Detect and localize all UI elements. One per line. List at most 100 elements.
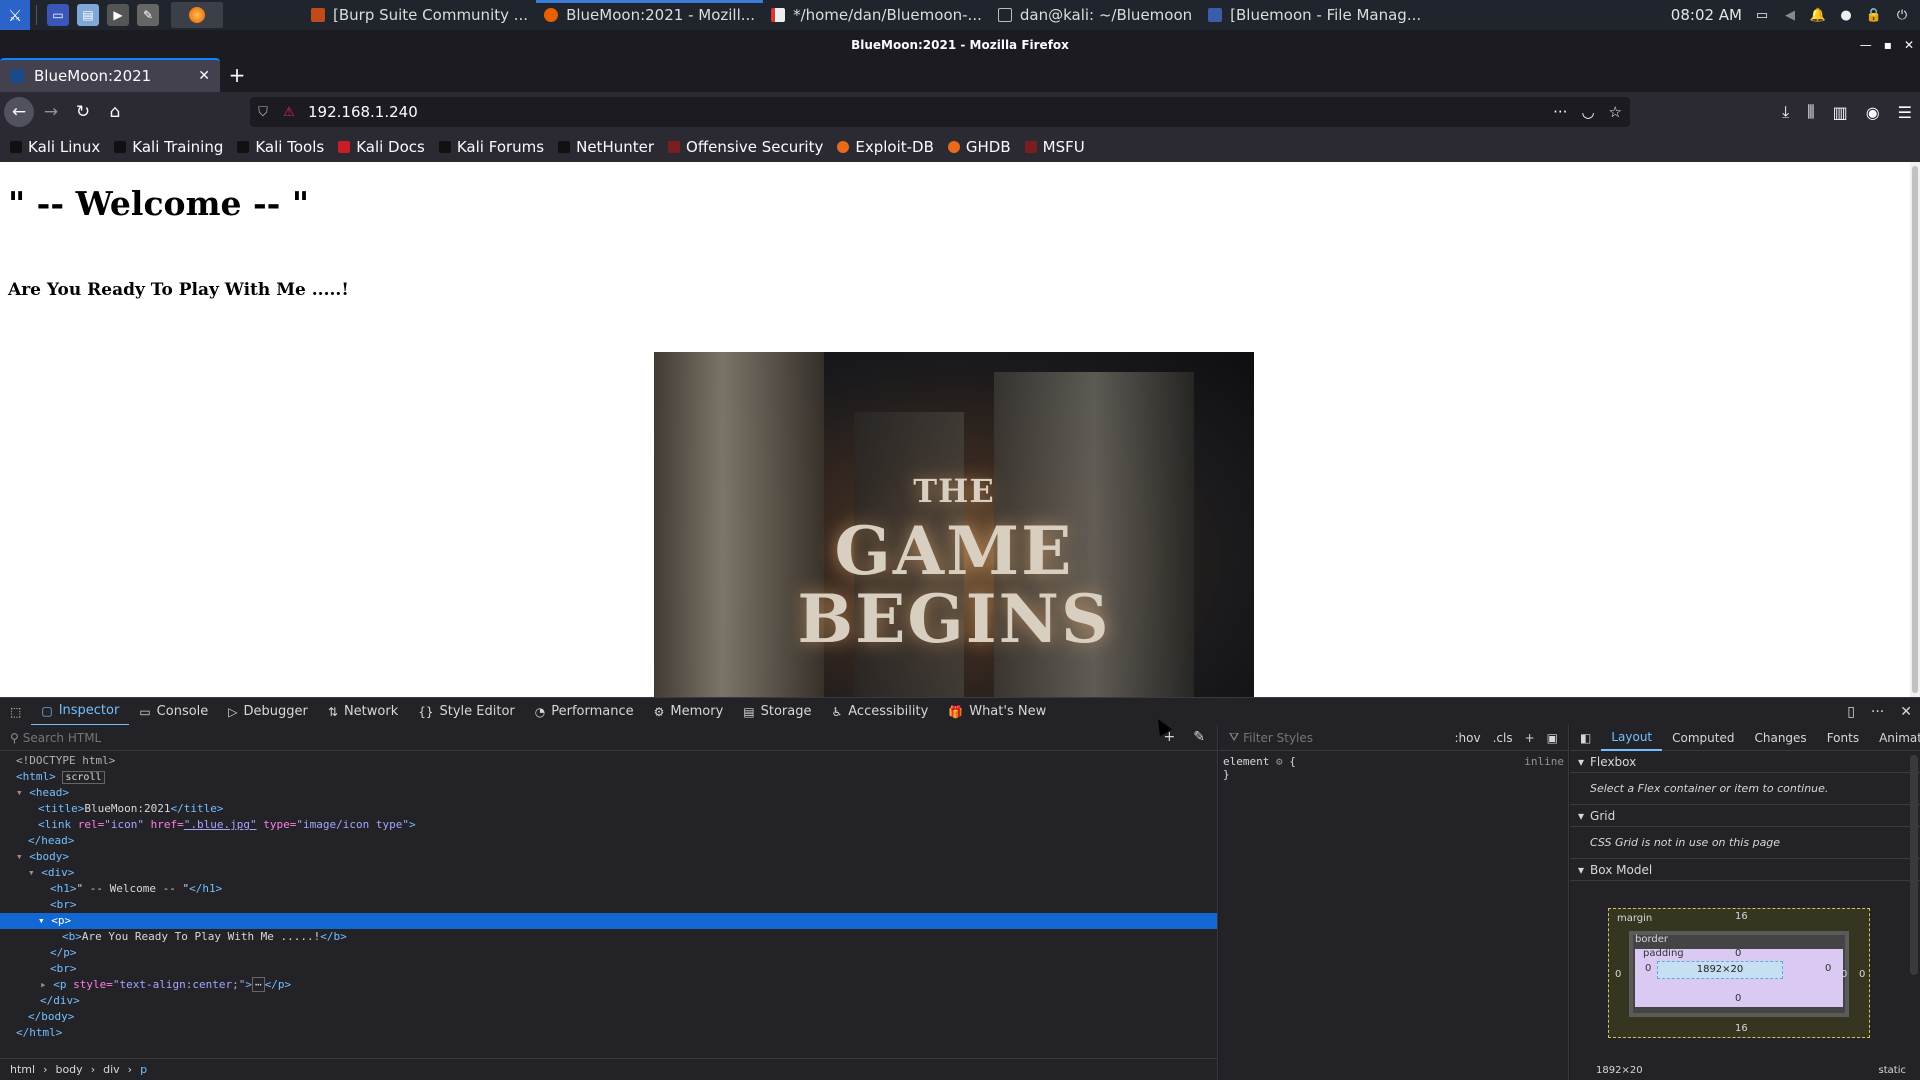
url-text[interactable]: 192.168.1.240 [308, 103, 418, 121]
content-size[interactable]: 1892×20 [1657, 961, 1783, 979]
tab-inspector[interactable]: ▢ Inspector [31, 698, 130, 726]
expand-toggle-icon[interactable]: ▾ [16, 786, 29, 799]
back-button[interactable]: ← [4, 97, 34, 127]
editor-launcher-icon[interactable]: ✎ [137, 4, 159, 26]
bookmark-exploit-db[interactable]: Exploit-DB [837, 138, 934, 156]
tree-line[interactable]: </body> [0, 1009, 1217, 1025]
sidebar-icon[interactable]: ▥ [1833, 103, 1848, 122]
breadcrumb-item[interactable]: div [103, 1063, 120, 1076]
bookmark-msfu[interactable]: MSFU [1024, 138, 1085, 156]
tree-line[interactable]: <!DOCTYPE html> [0, 753, 1217, 769]
tab-network[interactable]: ⇅ Network [318, 698, 408, 726]
padding-left-value[interactable]: 0 [1645, 963, 1651, 974]
border-left-value[interactable]: 0 [1635, 969, 1641, 980]
scroll-thumb[interactable] [1912, 166, 1918, 693]
tab-changes[interactable]: Changes [1744, 725, 1816, 751]
element-picker-icon[interactable]: ⬚ [0, 698, 31, 726]
tab-bluemoon[interactable]: BlueMoon:2021 ✕ [0, 58, 220, 92]
bookmark-kali-forums[interactable]: Kali Forums [438, 138, 544, 156]
box-model-header[interactable]: ▾ Box Model [1570, 859, 1920, 881]
margin-left-value[interactable]: 0 [1615, 969, 1621, 980]
power-icon[interactable]: ⏻ [1894, 7, 1910, 23]
page-scrollbar[interactable] [1910, 162, 1920, 697]
downloads-icon[interactable]: ⤓ [1782, 102, 1789, 122]
tab-console[interactable]: ▭ Console [129, 698, 218, 726]
account-icon[interactable]: ◉ [1866, 103, 1880, 122]
tab-fonts[interactable]: Fonts [1817, 725, 1869, 751]
insecure-lock-icon[interactable]: ⚠ [276, 105, 302, 120]
tab-style-editor[interactable]: {} Style Editor [408, 698, 525, 726]
taskbar-window-terminal[interactable]: dan@kali: ~/Bluemoon [990, 0, 1200, 30]
lock-icon[interactable]: 🔒 [1866, 7, 1882, 23]
add-rule-icon[interactable]: + [1525, 731, 1535, 745]
file-manager-icon[interactable]: ▤ [77, 4, 99, 26]
search-html-input[interactable] [22, 730, 923, 745]
pocket-icon[interactable]: ◡ [1581, 103, 1594, 121]
minimize-icon[interactable]: — [1860, 38, 1872, 52]
tree-line[interactable]: ▾ <div> [0, 865, 1217, 881]
tree-line[interactable]: ▾ <head> [0, 785, 1217, 801]
library-icon[interactable]: ⫼ [1807, 102, 1814, 122]
tree-line[interactable]: <title>BlueMoon:2021</title> [0, 801, 1217, 817]
volume-icon[interactable]: ◀ [1782, 7, 1798, 23]
tree-line[interactable]: ▸ <p style="text-align:center;"> ⋯ </p> [0, 977, 1217, 993]
tree-line[interactable]: </html> [0, 1025, 1217, 1041]
tree-line[interactable]: <br> [0, 897, 1217, 913]
tab-computed[interactable]: Computed [1662, 725, 1744, 751]
breadcrumb-item[interactable]: html [10, 1063, 35, 1076]
more-options-icon[interactable]: ··· [1871, 704, 1884, 720]
tree-line[interactable]: <link rel="icon" href=".blue.jpg" type="… [0, 817, 1217, 833]
taskbar-window-burp[interactable]: [Burp Suite Community ... [303, 0, 536, 30]
margin-top-value[interactable]: 16 [1735, 911, 1748, 922]
notifications-icon[interactable]: 🔔 [1810, 7, 1826, 23]
network-icon[interactable]: ● [1838, 7, 1854, 23]
taskbar-window-firefox[interactable]: BlueMoon:2021 - Mozill... [536, 0, 764, 30]
close-tab-icon[interactable]: ✕ [198, 68, 210, 84]
bookmark-kali-docs[interactable]: Kali Docs [338, 138, 425, 156]
border-right-value[interactable]: 0 [1841, 969, 1847, 980]
tab-debugger[interactable]: ▷ Debugger [218, 698, 318, 726]
tree-line[interactable]: <h1>" -- Welcome -- "</h1> [0, 881, 1217, 897]
reload-button[interactable]: ↻ [68, 97, 98, 127]
element-rule[interactable]: element ⚙ { } inline [1219, 751, 1568, 785]
expand-toggle-icon[interactable]: ▾ [16, 850, 29, 863]
kali-menu-icon[interactable]: ⚔ [0, 0, 30, 30]
taskbar-window-file-manager[interactable]: [Bluemoon - File Manag... [1200, 0, 1429, 30]
padding-right-value[interactable]: 0 [1825, 963, 1831, 974]
tree-line[interactable]: <br> [0, 961, 1217, 977]
terminal-launcher-icon[interactable]: ▶ [107, 4, 129, 26]
close-window-icon[interactable]: ✕ [1904, 38, 1914, 52]
tab-layout[interactable]: Layout [1601, 725, 1663, 751]
sidebar-scrollbar[interactable] [1910, 755, 1918, 975]
tree-line-selected[interactable]: ▾ <p> [0, 913, 1217, 929]
tree-line[interactable]: ▾ <body> [0, 849, 1217, 865]
flexbox-header[interactable]: ▾ Flexbox [1570, 751, 1920, 773]
tab-whats-new[interactable]: 🎁 What's New [938, 698, 1056, 726]
bookmark-kali-linux[interactable]: Kali Linux [10, 138, 100, 156]
clock[interactable]: 08:02 AM [1671, 6, 1742, 24]
padding-top-value[interactable]: 0 [1735, 948, 1741, 959]
hov-toggle[interactable]: :hov [1455, 731, 1481, 745]
bookmark-offensive-security[interactable]: Offensive Security [668, 138, 823, 156]
attr-value-link[interactable]: ".blue.jpg" [184, 818, 257, 831]
margin-right-value[interactable]: 0 [1859, 969, 1865, 980]
print-media-icon[interactable]: ▣ [1547, 731, 1558, 745]
show-desktop-icon[interactable]: ▭ [47, 4, 69, 26]
expand-toggle-icon[interactable]: ▸ [40, 978, 53, 991]
expand-toggle-icon[interactable]: ▾ [28, 866, 41, 879]
cls-toggle[interactable]: .cls [1493, 731, 1513, 745]
bookmark-nethunter[interactable]: NetHunter [558, 138, 654, 156]
bookmark-kali-tools[interactable]: Kali Tools [237, 138, 324, 156]
grid-header[interactable]: ▾ Grid [1570, 805, 1920, 827]
tab-performance[interactable]: ◔ Performance [525, 698, 644, 726]
close-devtools-icon[interactable]: ✕ [1900, 704, 1912, 720]
display-icon[interactable]: ▭ [1754, 7, 1770, 23]
firefox-launcher-icon[interactable] [171, 2, 223, 28]
tab-accessibility[interactable]: ♿ Accessibility [822, 698, 939, 726]
breadcrumb-item[interactable]: body [55, 1063, 82, 1076]
margin-bottom-value[interactable]: 16 [1735, 1023, 1748, 1034]
page-actions-icon[interactable]: ··· [1553, 103, 1567, 121]
filter-styles-input[interactable] [1243, 730, 1404, 745]
dock-icon[interactable]: ▯ [1847, 704, 1855, 720]
new-tab-button[interactable]: + [220, 58, 254, 92]
